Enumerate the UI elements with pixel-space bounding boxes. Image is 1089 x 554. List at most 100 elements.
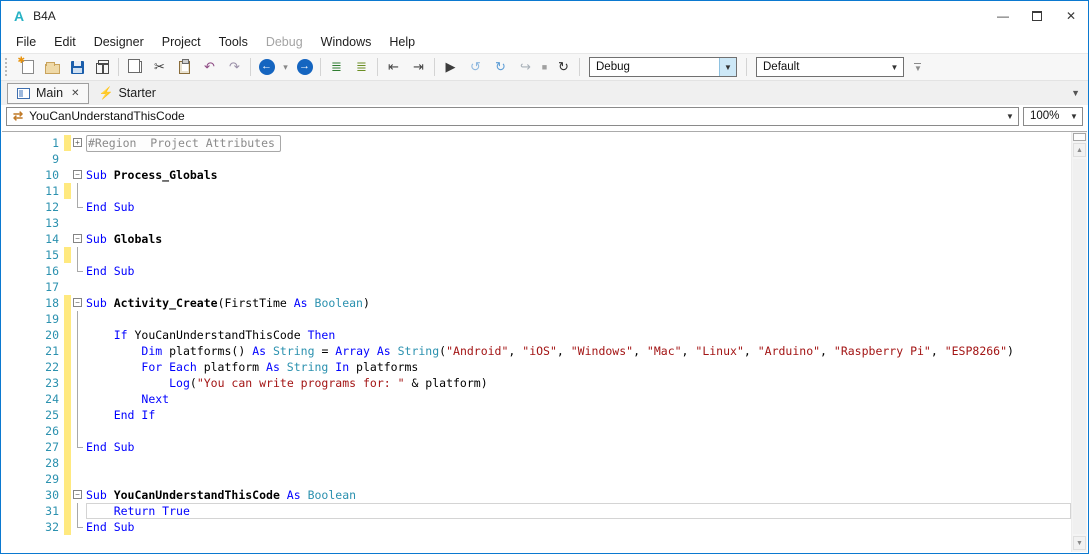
splitter-handle[interactable]	[1073, 133, 1086, 141]
stop-button[interactable]: ■	[538, 56, 551, 78]
menu-designer[interactable]: Designer	[85, 32, 153, 52]
line-number[interactable]: 12	[2, 199, 64, 215]
code-text[interactable]	[86, 183, 1071, 199]
code-text[interactable]: Sub Globals	[86, 231, 1071, 247]
scrollbar-track[interactable]	[1073, 159, 1086, 534]
code-text[interactable]: End Sub	[86, 263, 1071, 279]
code-text[interactable]	[86, 215, 1071, 231]
code-text[interactable]: End Sub	[86, 199, 1071, 215]
navigate-back-button[interactable]: ←	[254, 56, 279, 78]
save-button[interactable]	[65, 56, 90, 78]
collapsed-region-box[interactable]: #Region Project Attributes	[86, 135, 281, 152]
code-text[interactable]: End Sub	[86, 519, 1071, 535]
copy-button[interactable]	[122, 56, 147, 78]
line-number[interactable]: 13	[2, 215, 64, 231]
line-number[interactable]: 24	[2, 391, 64, 407]
menu-edit[interactable]: Edit	[45, 32, 85, 52]
line-number[interactable]: 28	[2, 455, 64, 471]
code-text[interactable]: Dim platforms() As String = Array As Str…	[86, 343, 1071, 359]
maximize-button[interactable]	[1020, 1, 1054, 30]
scroll-up-icon[interactable]: ▲	[1073, 143, 1086, 157]
undo-button[interactable]: ↶	[197, 56, 222, 78]
line-number[interactable]: 26	[2, 423, 64, 439]
code-text[interactable]	[86, 423, 1071, 439]
line-number[interactable]: 10	[2, 167, 64, 183]
member-dropdown-arrow-icon[interactable]: ▼	[1002, 112, 1018, 121]
tab-list-dropdown-icon[interactable]: ▼	[1071, 88, 1080, 98]
line-number[interactable]: 32	[2, 519, 64, 535]
zoom-dropdown-arrow-icon[interactable]: ▼	[1066, 112, 1082, 121]
code-text[interactable]: End If	[86, 407, 1071, 423]
line-number[interactable]: 27	[2, 439, 64, 455]
code-text[interactable]	[86, 455, 1071, 471]
line-number[interactable]: 29	[2, 471, 64, 487]
step-out-button[interactable]: ↪	[513, 56, 538, 78]
redo-button[interactable]: ↷	[222, 56, 247, 78]
step-into-button[interactable]: ↺	[463, 56, 488, 78]
vertical-scrollbar[interactable]: ▲ ▼	[1071, 132, 1087, 552]
open-button[interactable]	[40, 56, 65, 78]
member-combo[interactable]: ⇄ YouCanUnderstandThisCode ▼	[6, 106, 1019, 126]
line-number[interactable]: 22	[2, 359, 64, 375]
indent-button[interactable]: ⇥	[406, 56, 431, 78]
scroll-down-icon[interactable]: ▼	[1073, 536, 1086, 550]
code-editor[interactable]: 1 + #Region Project Attributes 9 10− Sub Proc…	[2, 131, 1087, 552]
new-button[interactable]	[15, 55, 40, 78]
menu-project[interactable]: Project	[153, 32, 210, 52]
run-button[interactable]: ▶	[438, 56, 463, 78]
fold-collapse-icon[interactable]: −	[73, 490, 82, 499]
outdent-button[interactable]: ⇤	[381, 56, 406, 78]
menu-help[interactable]: Help	[380, 32, 424, 52]
fold-expand-icon[interactable]: +	[73, 138, 82, 147]
line-number[interactable]: 18	[2, 295, 64, 311]
comment-button[interactable]: ≣	[324, 56, 349, 78]
code-text[interactable]: Return True	[86, 503, 1071, 519]
toolbar-overflow-button[interactable]: ▼	[914, 63, 922, 73]
line-number[interactable]: 14	[2, 231, 64, 247]
code-text[interactable]: Sub Activity_Create(FirstTime As Boolean…	[86, 295, 1071, 311]
fold-collapse-icon[interactable]: −	[73, 234, 82, 243]
code-pane[interactable]: 1 + #Region Project Attributes 9 10− Sub Proc…	[2, 132, 1071, 552]
menu-tools[interactable]: Tools	[210, 32, 257, 52]
code-text[interactable]	[86, 151, 1071, 167]
code-text[interactable]: Sub YouCanUnderstandThisCode As Boolean	[86, 487, 1071, 503]
code-text[interactable]	[86, 247, 1071, 263]
code-text[interactable]	[86, 471, 1071, 487]
line-number[interactable]: 9	[2, 151, 64, 167]
line-number[interactable]: 15	[2, 247, 64, 263]
line-number[interactable]: 19	[2, 311, 64, 327]
line-number[interactable]: 23	[2, 375, 64, 391]
line-number[interactable]: 11	[2, 183, 64, 199]
code-text[interactable]: Log("You can write programs for: " & pla…	[86, 375, 1071, 391]
paste-button[interactable]	[172, 56, 197, 78]
line-number[interactable]: 30	[2, 487, 64, 503]
line-number[interactable]: 21	[2, 343, 64, 359]
navigate-back-dropdown[interactable]: ▾	[279, 56, 292, 78]
filter-dropdown-arrow-icon[interactable]: ▼	[886, 58, 903, 76]
line-number[interactable]: 25	[2, 407, 64, 423]
close-button[interactable]: ✕	[1054, 1, 1088, 30]
code-text[interactable]: Sub Process_Globals	[86, 167, 1071, 183]
code-text[interactable]: End Sub	[86, 439, 1071, 455]
code-text[interactable]	[86, 279, 1071, 295]
code-text[interactable]: #Region Project Attributes	[86, 135, 1071, 152]
tab-main[interactable]: Main ✕	[7, 82, 90, 104]
code-text[interactable]: If YouCanUnderstandThisCode Then	[86, 327, 1071, 343]
line-number[interactable]: 20	[2, 327, 64, 343]
uncomment-button[interactable]: ≣	[349, 56, 374, 78]
line-number[interactable]: 1	[2, 135, 64, 151]
minimize-button[interactable]: —	[986, 1, 1020, 30]
menu-file[interactable]: File	[7, 32, 45, 52]
fold-collapse-icon[interactable]: −	[73, 170, 82, 179]
navigate-forward-button[interactable]: →	[292, 56, 317, 78]
step-over-button[interactable]: ↻	[488, 56, 513, 78]
code-text[interactable]: Next	[86, 391, 1071, 407]
line-number[interactable]: 31	[2, 503, 64, 519]
build-config-combo[interactable]: Debug ▼	[589, 57, 737, 77]
tab-close-icon[interactable]: ✕	[71, 88, 79, 99]
filter-combo[interactable]: Default ▼	[756, 57, 904, 77]
toolbar-grip[interactable]	[5, 58, 12, 76]
build-config-dropdown-arrow-icon[interactable]: ▼	[719, 58, 736, 76]
tab-starter[interactable]: ⚡ Starter	[89, 83, 164, 104]
line-number[interactable]: 16	[2, 263, 64, 279]
